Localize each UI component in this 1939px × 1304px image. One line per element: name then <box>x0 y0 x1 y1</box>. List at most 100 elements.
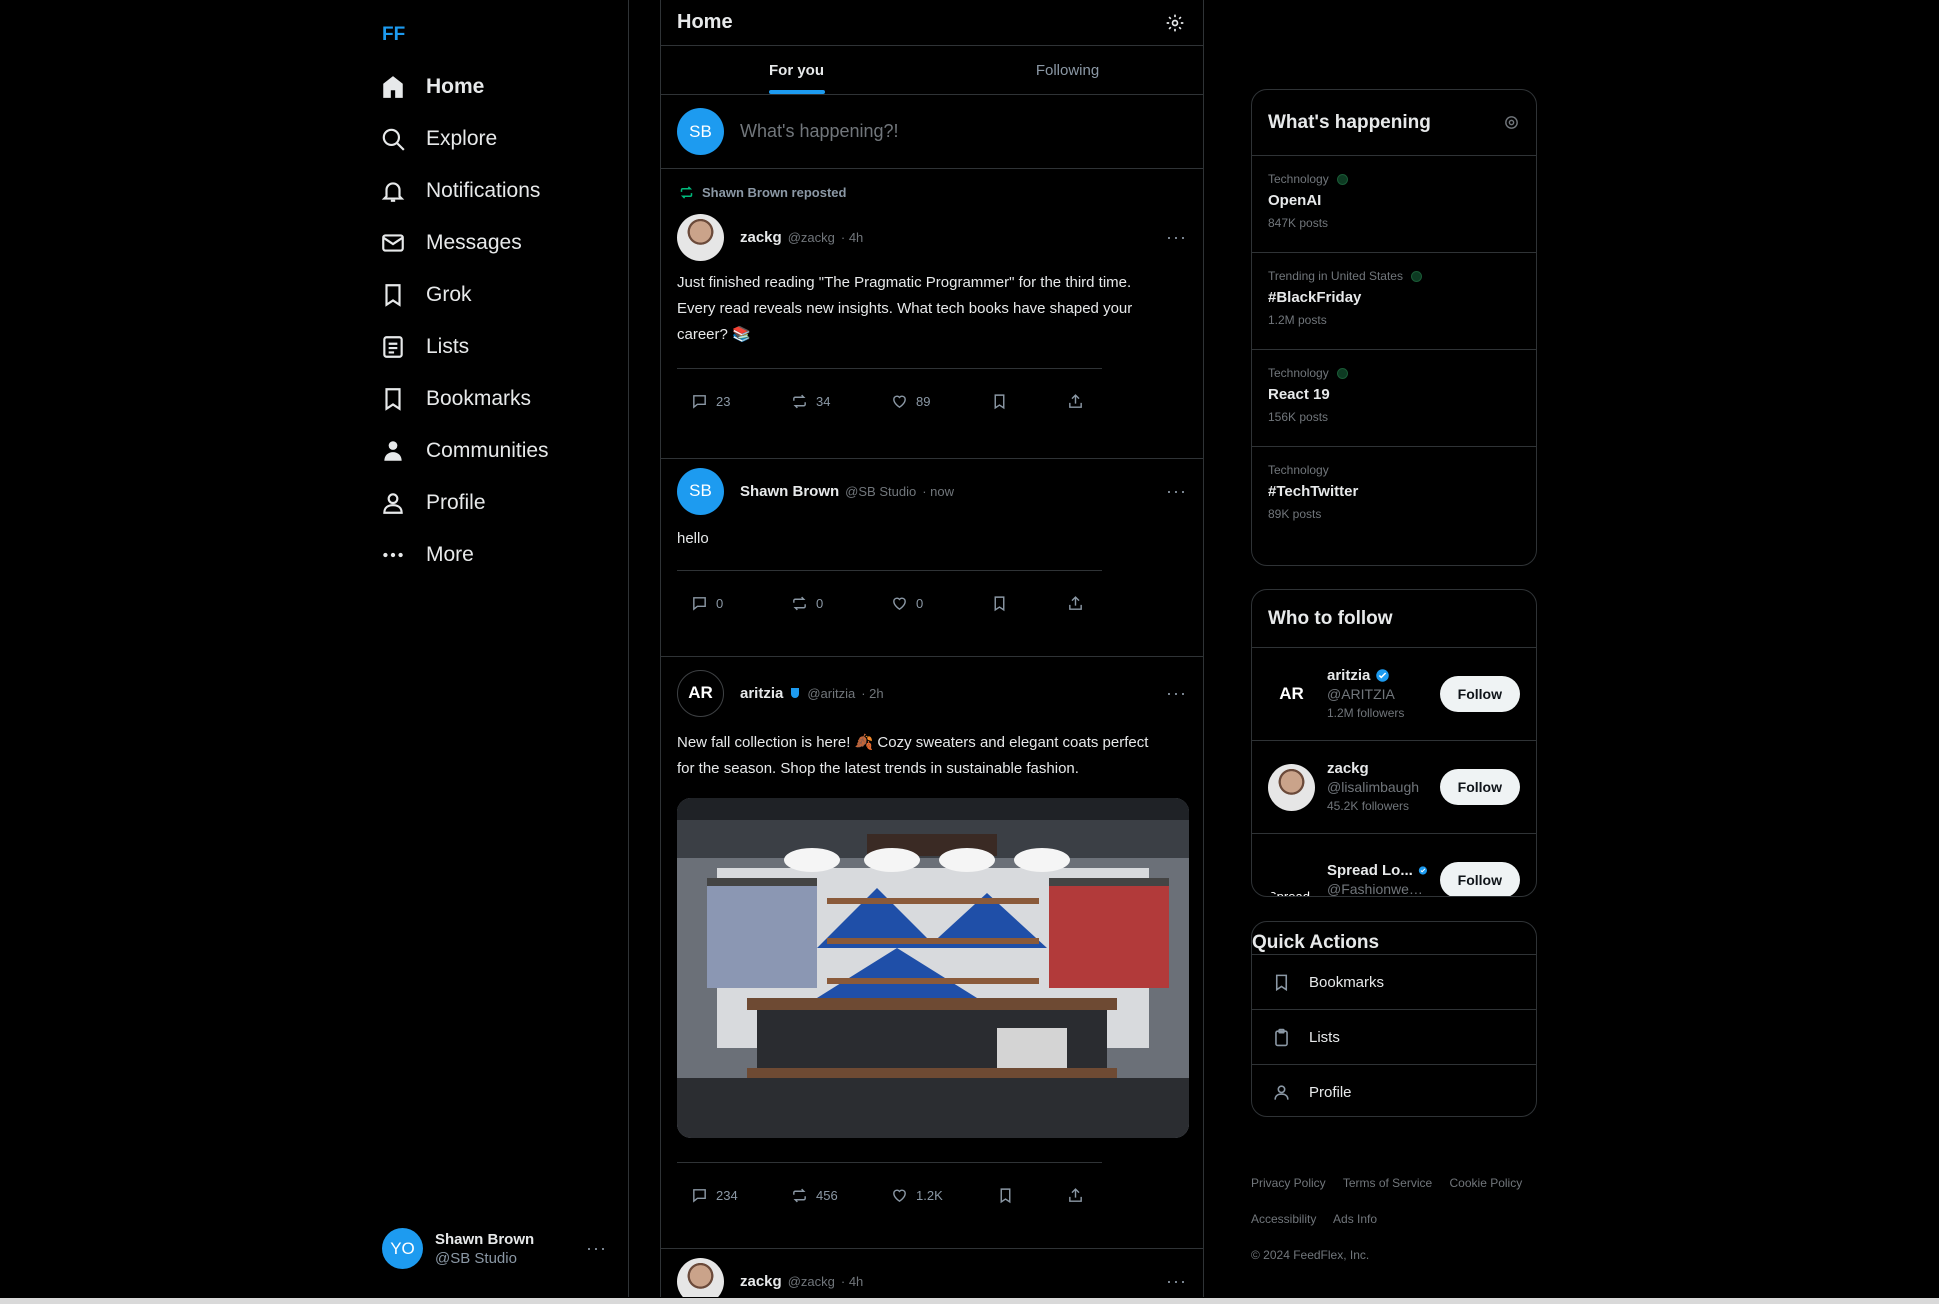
quick-action-bookmarks[interactable]: Bookmarks <box>1252 954 1536 1009</box>
follow-button[interactable]: Follow <box>1439 769 1520 805</box>
nav-item-communities[interactable]: Communities <box>380 429 549 473</box>
trend-category-row: Technology <box>1268 463 1520 477</box>
footer-row: Privacy Policy Terms of Service Cookie P… <box>1251 1165 1551 1201</box>
follow-button[interactable]: Follow <box>1439 862 1520 896</box>
compose-input[interactable] <box>740 121 1187 142</box>
trend-topic: OpenAI <box>1268 192 1322 209</box>
quick-actions-panel: Quick Actions Bookmarks Lists Profile <box>1251 921 1537 1117</box>
trend-item[interactable]: Trending in United States #BlackFriday 1… <box>1252 252 1536 349</box>
repost-button[interactable]: 456 <box>791 1187 891 1204</box>
avatar[interactable]: SB <box>677 467 724 515</box>
trend-category-row: Trending in United States <box>1268 269 1520 283</box>
tab-for-you[interactable]: For you <box>661 46 932 94</box>
nav-item-grok[interactable]: Grok <box>380 273 472 317</box>
follow-handle: @Fashionweek... <box>1327 881 1428 897</box>
live-dot-icon <box>1336 367 1348 379</box>
reply-button[interactable]: 23 <box>691 393 791 410</box>
nav-item-profile[interactable]: Profile <box>380 481 486 525</box>
post[interactable]: SB Shawn Brown @SB Studio · now ··· hell… <box>661 467 1203 657</box>
tab-following[interactable]: Following <box>932 46 1203 94</box>
more-icon[interactable]: ··· <box>1166 481 1187 502</box>
post[interactable]: zackg @zackg · 4h ··· <box>661 1257 1203 1297</box>
follow-suggestion[interactable]: zackg @lisalimbaugh 45.2K followers Foll… <box>1252 740 1536 833</box>
trend-category: Technology <box>1268 463 1329 477</box>
more-icon[interactable]: ··· <box>1166 1271 1187 1292</box>
share-button[interactable] <box>1067 1187 1084 1204</box>
nav-item-lists[interactable]: Lists <box>380 325 469 369</box>
footer-link-accessibility[interactable]: Accessibility <box>1251 1212 1316 1226</box>
avatar[interactable]: AR <box>677 669 724 717</box>
author-name[interactable]: zackg <box>740 1273 782 1290</box>
follow-button[interactable]: Follow <box>1439 676 1520 712</box>
store-photo <box>677 798 1189 1138</box>
bookmark-button[interactable] <box>991 393 1067 410</box>
more-icon[interactable]: ··· <box>586 1238 607 1259</box>
trend-topic: #BlackFriday <box>1268 289 1362 306</box>
footer: Privacy Policy Terms of Service Cookie P… <box>1251 1165 1551 1273</box>
more-icon[interactable]: ··· <box>1166 683 1187 704</box>
app-logo[interactable]: FF <box>382 24 405 46</box>
trend-item[interactable]: Technology OpenAI 847K posts <box>1252 155 1536 252</box>
author-name[interactable]: zackg <box>740 229 782 246</box>
footer-link-terms[interactable]: Terms of Service <box>1343 1176 1432 1190</box>
heart-icon <box>893 597 906 610</box>
reply-button[interactable]: 0 <box>691 595 791 612</box>
post-header: zackg @zackg · 4h ··· <box>677 213 1187 261</box>
reply-count: 234 <box>716 1187 738 1203</box>
trend-topic: React 19 <box>1268 386 1330 403</box>
follow-suggestion[interactable]: AR aritzia @ARITZIA 1.2M followers Follo… <box>1252 647 1536 740</box>
avatar: AR <box>1268 670 1315 718</box>
share-icon <box>1069 1187 1082 1202</box>
author-name[interactable]: Shawn Brown <box>740 483 839 500</box>
panel-title: What's happening <box>1268 111 1431 133</box>
follow-info: zackg @lisalimbaugh 45.2K followers <box>1327 759 1428 816</box>
gear-icon[interactable] <box>1503 114 1520 131</box>
quick-action-lists[interactable]: Lists <box>1252 1009 1536 1064</box>
share-button[interactable] <box>1067 393 1084 410</box>
nav-item-explore[interactable]: Explore <box>380 117 497 161</box>
repost-button[interactable]: 0 <box>791 595 891 612</box>
post[interactable]: Shawn Brown reposted zackg @zackg · 4h ·… <box>661 169 1203 459</box>
avatar[interactable] <box>677 213 724 261</box>
nav-item-notifications[interactable]: Notifications <box>380 169 540 213</box>
author-name[interactable]: aritzia <box>740 685 783 702</box>
follow-suggestion[interactable]: Spread Spread Lo... @Fashionweek... Foll… <box>1252 833 1536 897</box>
trend-item[interactable]: Technology #TechTwitter 89K posts <box>1252 446 1536 543</box>
more-icon[interactable]: ··· <box>1166 227 1187 248</box>
share-button[interactable] <box>1067 595 1084 612</box>
trend-item[interactable]: Technology React 19 156K posts <box>1252 349 1536 446</box>
post[interactable]: AR aritzia @aritzia · 2h ··· New fall co… <box>661 669 1203 1249</box>
bookmark-button[interactable] <box>997 1187 1067 1204</box>
like-button[interactable]: 1.2K <box>891 1187 997 1204</box>
bookmark-button[interactable] <box>991 595 1067 612</box>
like-button[interactable]: 89 <box>891 393 991 410</box>
repost-button[interactable]: 34 <box>791 393 891 410</box>
footer-link-ads[interactable]: Ads Info <box>1333 1212 1377 1226</box>
like-count: 1.2K <box>916 1187 943 1203</box>
avatar[interactable] <box>677 1257 724 1297</box>
reply-button[interactable]: 234 <box>691 1187 791 1204</box>
footer-link-cookies[interactable]: Cookie Policy <box>1450 1176 1523 1190</box>
nav-item-more[interactable]: More <box>380 533 474 577</box>
author-handle: @zackg <box>787 229 835 245</box>
quick-action-profile[interactable]: Profile <box>1252 1064 1536 1116</box>
nav-item-bookmarks[interactable]: Bookmarks <box>380 377 531 421</box>
account-handle: @SB Studio <box>435 1249 517 1267</box>
gear-icon[interactable] <box>1165 13 1185 33</box>
account-switcher[interactable]: YO Shawn Brown @SB Studio ··· <box>382 1228 607 1269</box>
nav-label: Profile <box>426 491 486 514</box>
bottom-strip <box>0 1298 1939 1304</box>
post-image[interactable] <box>677 798 1189 1138</box>
author-handle: @aritzia <box>807 686 856 701</box>
bell-icon <box>381 182 405 202</box>
footer-link-privacy[interactable]: Privacy Policy <box>1251 1176 1326 1190</box>
like-count: 0 <box>916 595 924 611</box>
nav-item-messages[interactable]: Messages <box>380 221 522 265</box>
post-actions: 0 0 0 <box>677 571 1187 635</box>
bookmark-icon <box>994 393 1005 409</box>
repost-icon <box>793 394 806 408</box>
repost-label: Shawn Brown reposted <box>702 185 847 200</box>
follow-name: aritzia <box>1327 666 1371 684</box>
like-button[interactable]: 0 <box>891 595 991 612</box>
nav-item-home[interactable]: Home <box>380 65 484 109</box>
